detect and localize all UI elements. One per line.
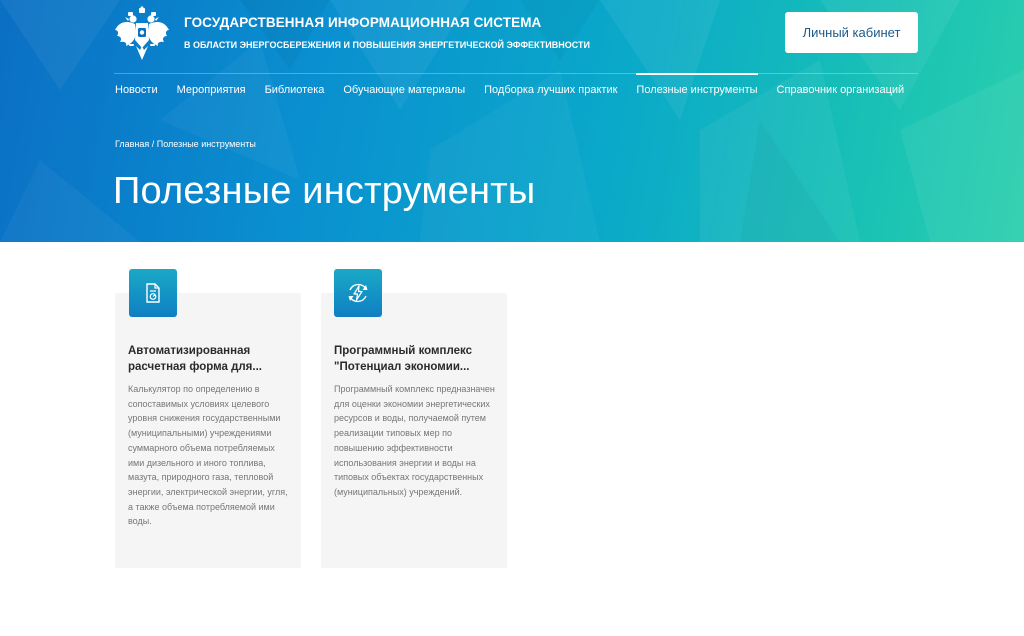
main-nav: Новости Мероприятия Библиотека Обучающие… bbox=[115, 73, 905, 98]
header-banner: ГОСУДАРСТВЕННАЯ ИНФОРМАЦИОННАЯ СИСТЕМА В… bbox=[0, 0, 1024, 242]
nav-item-news[interactable]: Новости bbox=[115, 84, 158, 98]
card-icon-tile bbox=[129, 269, 177, 317]
site-subtitle: В ОБЛАСТИ ЭНЕРГОСБЕРЕЖЕНИЯ И ПОВЫШЕНИЯ Э… bbox=[184, 40, 590, 50]
tool-card-potential[interactable]: Программный комплекс "Потенциал экономии… bbox=[321, 293, 507, 568]
card-title[interactable]: Автоматизированная расчетная форма для..… bbox=[128, 343, 288, 375]
breadcrumb: Главная / Полезные инструменты bbox=[115, 139, 256, 149]
coat-of-arms-icon[interactable] bbox=[114, 6, 170, 62]
breadcrumb-current: Полезные инструменты bbox=[156, 139, 256, 149]
nav-item-organizations[interactable]: Справочник организаций bbox=[777, 84, 905, 98]
card-icon-tile bbox=[334, 269, 382, 317]
nav-item-training[interactable]: Обучающие материалы bbox=[343, 84, 465, 98]
document-calculator-icon bbox=[146, 283, 160, 303]
page-title: Полезные инструменты bbox=[113, 170, 536, 212]
nav-item-library[interactable]: Библиотека bbox=[265, 84, 325, 98]
energy-cycle-icon bbox=[348, 283, 368, 303]
card-title[interactable]: Программный комплекс "Потенциал экономии… bbox=[334, 343, 494, 375]
nav-item-useful-tools[interactable]: Полезные инструменты bbox=[636, 73, 758, 98]
site-title[interactable]: ГОСУДАРСТВЕННАЯ ИНФОРМАЦИОННАЯ СИСТЕМА bbox=[184, 15, 541, 30]
nav-item-events[interactable]: Мероприятия bbox=[177, 84, 246, 98]
personal-cabinet-button[interactable]: Личный кабинет bbox=[785, 12, 918, 53]
tool-card-calculator[interactable]: Автоматизированная расчетная форма для..… bbox=[115, 293, 301, 568]
nav-divider bbox=[114, 73, 918, 74]
card-description: Калькулятор по определению в сопоставимы… bbox=[128, 384, 288, 527]
card-description: Программный комплекс предназначен для оц… bbox=[334, 384, 495, 497]
nav-item-best-practices[interactable]: Подборка лучших практик bbox=[484, 84, 617, 98]
breadcrumb-separator: / bbox=[149, 139, 157, 149]
breadcrumb-home-link[interactable]: Главная bbox=[115, 139, 149, 149]
